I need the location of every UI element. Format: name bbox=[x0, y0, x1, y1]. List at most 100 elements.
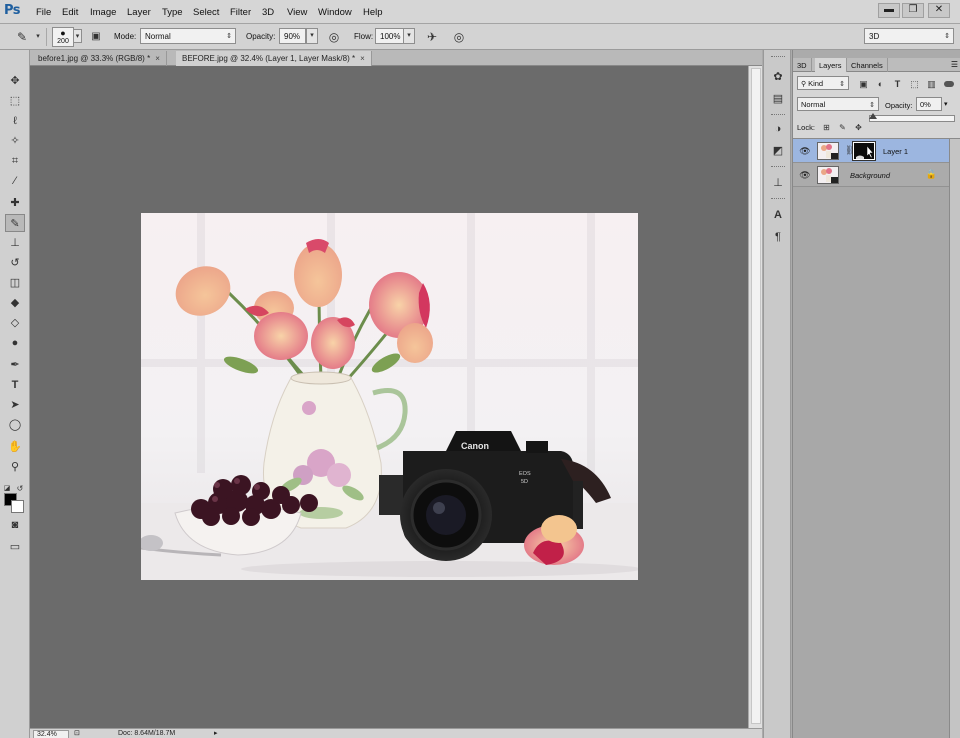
layer-name[interactable]: Background bbox=[850, 171, 890, 180]
clone-source-panel-icon[interactable]: ⊥ bbox=[769, 174, 787, 192]
menu-filter[interactable]: Filter bbox=[230, 7, 251, 18]
menu-window[interactable]: Window bbox=[318, 7, 352, 18]
status-menu-arrow-icon[interactable]: ▸ bbox=[214, 729, 218, 737]
layers-scrollbar[interactable] bbox=[949, 139, 960, 738]
healing-brush-tool-icon[interactable]: ✚ bbox=[5, 194, 25, 212]
path-selection-tool-icon[interactable]: ➤ bbox=[5, 396, 25, 414]
blur-tool-icon[interactable]: ◇ bbox=[5, 314, 25, 332]
tab-layers[interactable]: Layers bbox=[815, 58, 847, 72]
restore-button[interactable]: ❐ bbox=[902, 3, 924, 18]
history-brush-tool-icon[interactable]: ↺ bbox=[5, 254, 25, 272]
layer-row-layer-1[interactable]: 👁 ⛓ Layer 1 bbox=[793, 139, 949, 163]
paragraph-panel-icon[interactable]: ¶ bbox=[769, 228, 787, 246]
document-tab-before[interactable]: BEFORE.jpg @ 32.4% (Layer 1, Layer Mask/… bbox=[176, 51, 372, 66]
filter-toggle-icon[interactable] bbox=[944, 81, 954, 87]
zoom-level-field[interactable]: 32.4% bbox=[33, 730, 69, 738]
eye-icon[interactable]: 👁 bbox=[799, 169, 811, 181]
menu-help[interactable]: Help bbox=[363, 7, 383, 18]
flow-dropdown-icon[interactable]: ▾ bbox=[403, 28, 415, 44]
opacity-dropdown-icon[interactable]: ▾ bbox=[306, 28, 318, 44]
info-panel-icon[interactable]: ◩ bbox=[769, 142, 787, 160]
menu-type[interactable]: Type bbox=[162, 7, 183, 18]
lock-image-pixels-icon[interactable]: ✎ bbox=[836, 121, 849, 134]
brush-preset-arrow-icon[interactable]: ▾ bbox=[73, 29, 82, 43]
tab-channels[interactable]: Channels bbox=[847, 58, 888, 72]
marquee-tool-icon[interactable]: ⬚ bbox=[5, 92, 25, 110]
dock-grip[interactable] bbox=[771, 114, 785, 116]
minimize-button[interactable]: ▬ bbox=[878, 3, 900, 18]
move-tool-icon[interactable]: ✥ bbox=[5, 72, 25, 90]
opacity-input[interactable]: 90% bbox=[279, 28, 306, 44]
panel-menu-icon[interactable]: ☰ bbox=[951, 60, 958, 69]
close-icon[interactable]: × bbox=[360, 54, 365, 63]
zoom-tool-icon[interactable]: ⚲ bbox=[5, 458, 25, 476]
paint-bucket-tool-icon[interactable]: ◆ bbox=[5, 294, 25, 312]
layer-thumbnail[interactable] bbox=[817, 142, 839, 160]
color-panel-icon[interactable]: ◑ bbox=[769, 120, 787, 138]
tool-preset-dropdown-icon[interactable]: ▾ bbox=[30, 29, 46, 45]
opacity-slider-handle[interactable] bbox=[869, 113, 877, 119]
brush-preset-picker[interactable]: ● 200 bbox=[52, 27, 74, 47]
menu-view[interactable]: View bbox=[287, 7, 307, 18]
layer-thumbnail[interactable] bbox=[817, 166, 839, 184]
dock-grip[interactable] bbox=[771, 166, 785, 168]
filter-shape-icon[interactable]: ⬚ bbox=[908, 78, 921, 91]
3d-panel-icon[interactable]: ✿ bbox=[769, 68, 787, 86]
background-color-swatch[interactable] bbox=[11, 500, 24, 513]
dodge-tool-icon[interactable]: ● bbox=[5, 334, 25, 352]
layer-opacity-input[interactable]: 0% bbox=[916, 97, 942, 111]
character-panel-icon[interactable]: A bbox=[769, 206, 787, 224]
mode-select[interactable]: Normal ⇕ bbox=[140, 28, 236, 44]
menu-edit[interactable]: Edit bbox=[62, 7, 78, 18]
document-tab-before1[interactable]: before1.jpg @ 33.3% (RGB/8) * × bbox=[32, 51, 167, 66]
filter-kind-select[interactable]: ⚲ Kind ⇕ bbox=[797, 76, 849, 90]
dock-grip[interactable] bbox=[771, 198, 785, 200]
menu-file[interactable]: File bbox=[36, 7, 51, 18]
eraser-tool-icon[interactable]: ◫ bbox=[5, 274, 25, 292]
layer-row-background[interactable]: 👁 Background 🔒 bbox=[793, 163, 949, 187]
blend-mode-select[interactable]: Normal ⇕ bbox=[797, 97, 879, 111]
screen-mode-icon[interactable]: ▭ bbox=[5, 538, 25, 556]
brush-tool-icon[interactable]: ✎ bbox=[14, 29, 30, 45]
menu-3d[interactable]: 3D bbox=[262, 7, 274, 18]
lasso-tool-icon[interactable]: ℓ bbox=[5, 112, 25, 130]
lock-transparent-pixels-icon[interactable]: ⊞ bbox=[820, 121, 833, 134]
airbrush-icon[interactable]: ✈ bbox=[424, 29, 440, 45]
crop-tool-icon[interactable]: ⌗ bbox=[5, 152, 25, 170]
swap-colors-icon[interactable]: ↺ bbox=[15, 480, 25, 498]
lock-position-icon[interactable]: ✥ bbox=[852, 121, 865, 134]
pressure-size-icon[interactable]: ◎ bbox=[451, 29, 467, 45]
quick-mask-icon[interactable]: ◙ bbox=[5, 516, 25, 534]
hand-tool-icon[interactable]: ✋ bbox=[5, 438, 25, 456]
eye-icon[interactable]: 👁 bbox=[799, 145, 811, 157]
quick-selection-tool-icon[interactable]: ✧ bbox=[5, 132, 25, 150]
default-colors-icon[interactable]: ◪ bbox=[2, 480, 12, 498]
brush-tool-icon[interactable]: ✎ bbox=[5, 214, 25, 232]
type-tool-icon[interactable]: T bbox=[5, 376, 25, 394]
document-image[interactable]: Canon EOS 5D bbox=[141, 213, 638, 580]
workspace-select[interactable]: 3D ⇕ bbox=[864, 28, 954, 44]
brush-panel-toggle-icon[interactable]: ▣ bbox=[88, 29, 104, 45]
flow-input[interactable]: 100% bbox=[375, 28, 404, 44]
close-window-button[interactable]: ✕ bbox=[928, 3, 950, 18]
filter-adjustment-icon[interactable]: ◐ bbox=[874, 78, 887, 91]
layer-mask-thumbnail[interactable] bbox=[852, 141, 876, 161]
clone-stamp-tool-icon[interactable]: ⊥ bbox=[5, 234, 25, 252]
filter-type-icon[interactable]: T bbox=[891, 78, 904, 91]
dock-grip[interactable] bbox=[771, 56, 785, 58]
menu-image[interactable]: Image bbox=[90, 7, 116, 18]
adjustments-panel-icon[interactable]: ▤ bbox=[769, 90, 787, 108]
menu-select[interactable]: Select bbox=[193, 7, 219, 18]
vertical-scrollbar[interactable] bbox=[748, 66, 762, 728]
opacity-slider-track[interactable] bbox=[869, 113, 955, 122]
filter-smart-object-icon[interactable]: ▥ bbox=[925, 78, 938, 91]
scrollbar-thumb[interactable] bbox=[751, 68, 761, 724]
layer-name[interactable]: Layer 1 bbox=[883, 147, 908, 156]
filter-pixel-icon[interactable]: ▣ bbox=[857, 78, 870, 91]
status-export-icon[interactable]: ⊡ bbox=[74, 729, 80, 737]
tab-3d[interactable]: 3D bbox=[793, 58, 812, 72]
menu-layer[interactable]: Layer bbox=[127, 7, 151, 18]
opacity-dropdown-icon[interactable]: ▾ bbox=[944, 100, 948, 108]
ellipse-tool-icon[interactable]: ◯ bbox=[5, 416, 25, 434]
pressure-opacity-icon[interactable]: ◎ bbox=[326, 29, 342, 45]
